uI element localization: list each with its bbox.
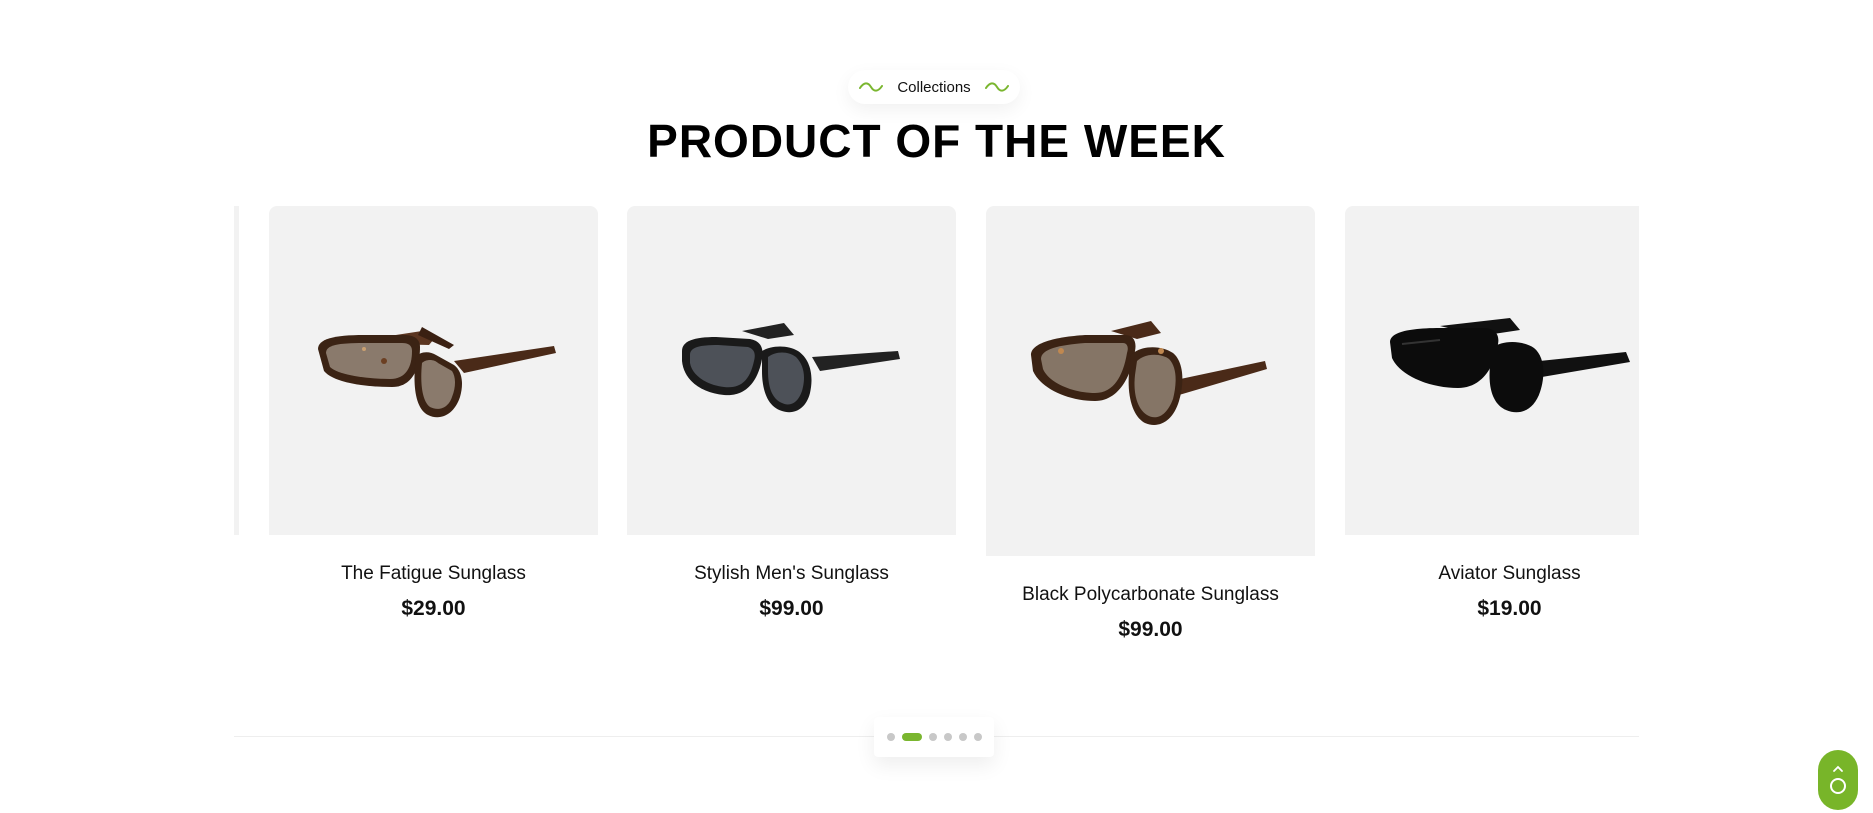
pagination-dot-active[interactable] <box>901 733 922 741</box>
pagination-dot[interactable] <box>958 733 967 741</box>
pagination-dot[interactable] <box>928 733 937 741</box>
product-card[interactable]: Stylish Men's Sunglass $99.00 <box>627 206 956 621</box>
product-card[interactable]: Aviator Sunglass $19.00 <box>1345 206 1639 621</box>
pagination-dot[interactable] <box>973 733 982 741</box>
squiggle-left-icon <box>859 82 884 92</box>
section-subtitle-pill: Collections <box>848 70 1020 104</box>
product-price: $19.00 <box>1477 597 1542 620</box>
section-title: PRODUCT OF THE WEEK <box>647 115 1226 167</box>
product-image[interactable] <box>627 206 956 535</box>
product-price: $29.00 <box>401 597 466 620</box>
squiggle-right-icon <box>984 82 1009 92</box>
circle-progress-icon <box>1830 778 1846 794</box>
product-card[interactable]: Black Polycarbonate Sunglass $99.00 <box>986 206 1315 642</box>
product-card-partial[interactable] <box>234 206 239 535</box>
scroll-to-top-button[interactable] <box>1818 750 1858 810</box>
product-image[interactable] <box>269 206 598 535</box>
pagination-dot[interactable] <box>943 733 952 741</box>
product-name[interactable]: Stylish Men's Sunglass <box>627 563 956 585</box>
tortoise-wayfarer-sunglasses-icon <box>317 326 556 417</box>
product-name[interactable]: Black Polycarbonate Sunglass <box>986 584 1315 606</box>
black-wayfarer-sunglasses-icon <box>1389 317 1630 412</box>
chevron-up-icon <box>1833 765 1843 772</box>
carousel-pagination <box>874 717 994 757</box>
product-name[interactable]: The Fatigue Sunglass <box>269 563 598 585</box>
product-carousel[interactable]: The Fatigue Sunglass $29.00 Stylish Men'… <box>234 206 1639 666</box>
tortoise-cat-eye-sunglasses-icon <box>1030 321 1267 425</box>
product-price: $99.00 <box>759 597 824 620</box>
black-round-sunglasses-icon <box>681 322 900 412</box>
pagination-dot[interactable] <box>886 733 895 741</box>
product-of-the-week-section: Collections PRODUCT OF THE WEEK The Fati… <box>0 0 1873 813</box>
section-subtitle: Collections <box>897 78 971 96</box>
product-image[interactable] <box>1345 206 1639 535</box>
product-card[interactable]: The Fatigue Sunglass $29.00 <box>269 206 598 621</box>
product-image[interactable] <box>986 206 1315 556</box>
product-price: $99.00 <box>1118 618 1183 641</box>
product-name[interactable]: Aviator Sunglass <box>1345 563 1639 585</box>
